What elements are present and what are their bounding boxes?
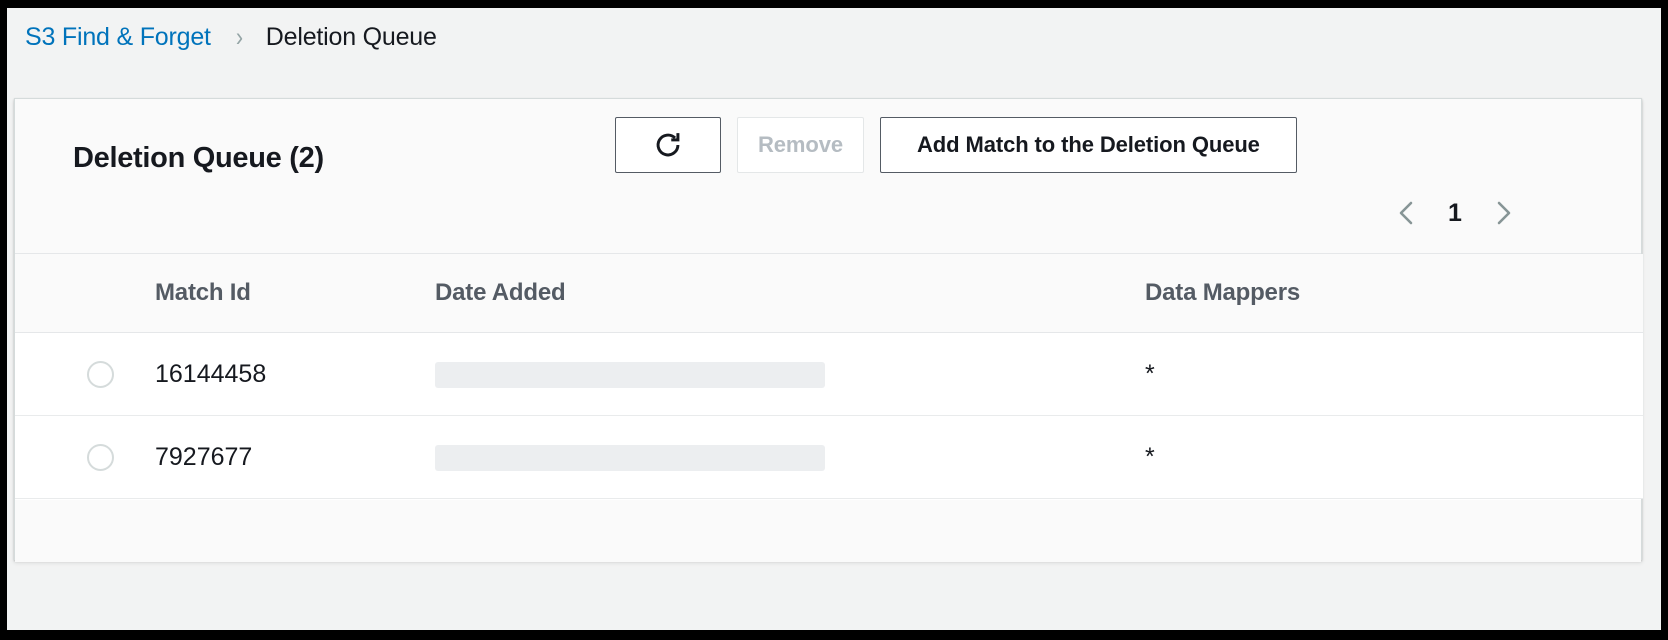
chevron-left-icon (1393, 198, 1419, 228)
data-mappers-value: * (1145, 359, 1155, 388)
redacted-date-bar (435, 444, 825, 471)
column-header-data-mappers: Data Mappers (1145, 254, 1643, 333)
screenshot-frame: S3 Find & Forget › Deletion Queue Deleti… (0, 0, 1668, 640)
refresh-icon (651, 128, 685, 162)
row-radio-button[interactable] (87, 360, 114, 388)
column-header-date-added: Date Added (435, 254, 1145, 333)
breadcrumb-link-s3-find-and-forget[interactable]: S3 Find & Forget (25, 23, 211, 52)
table-row[interactable]: 7927677 * (15, 415, 1643, 499)
table-header: Match Id Date Added Data Mappers (15, 254, 1643, 333)
column-header-match-id: Match Id (155, 254, 435, 333)
row-radio-button[interactable] (87, 443, 114, 471)
cell-match-id: 16144458 (155, 332, 435, 416)
card-header: Deletion Queue (2) Remove Add Match to t… (15, 99, 1641, 183)
breadcrumb-current-deletion-queue: Deletion Queue (265, 22, 437, 51)
row-select-cell (15, 415, 155, 499)
redacted-date-bar (435, 361, 825, 388)
chevron-right-icon: › (235, 21, 243, 52)
table-header-row: Match Id Date Added Data Mappers (15, 254, 1643, 333)
cell-data-mappers: * (1145, 332, 1643, 416)
deletion-queue-card: Deletion Queue (2) Remove Add Match to t… (14, 98, 1643, 562)
row-select-cell (15, 332, 155, 416)
page-root: S3 Find & Forget › Deletion Queue Deleti… (7, 8, 1661, 630)
pagination-bar: 1 (15, 183, 1641, 254)
remove-button[interactable]: Remove (737, 117, 864, 173)
previous-page-button[interactable] (1384, 191, 1428, 235)
deletion-queue-table: Match Id Date Added Data Mappers 1614445… (15, 254, 1643, 499)
cell-date-added (435, 415, 1145, 499)
column-header-select (15, 254, 155, 333)
cell-date-added (435, 332, 1145, 416)
page-number-1[interactable]: 1 (1438, 199, 1472, 228)
header-actions: Remove Add Match to the Deletion Queue (615, 117, 1297, 173)
refresh-button[interactable] (615, 117, 721, 173)
pagination: 1 (1384, 191, 1526, 235)
chevron-right-icon (1491, 198, 1517, 228)
breadcrumb: S3 Find & Forget › Deletion Queue (25, 14, 437, 60)
cell-match-id: 7927677 (155, 415, 435, 499)
card-footer (15, 499, 1641, 562)
add-match-to-deletion-queue-button[interactable]: Add Match to the Deletion Queue (880, 117, 1297, 173)
next-page-button[interactable] (1482, 191, 1526, 235)
page-title: Deletion Queue (2) (73, 142, 324, 175)
data-mappers-value: * (1145, 442, 1155, 471)
cell-data-mappers: * (1145, 415, 1643, 499)
table-body: 16144458 * 7927677 * (15, 332, 1643, 499)
table-row[interactable]: 16144458 * (15, 332, 1643, 416)
